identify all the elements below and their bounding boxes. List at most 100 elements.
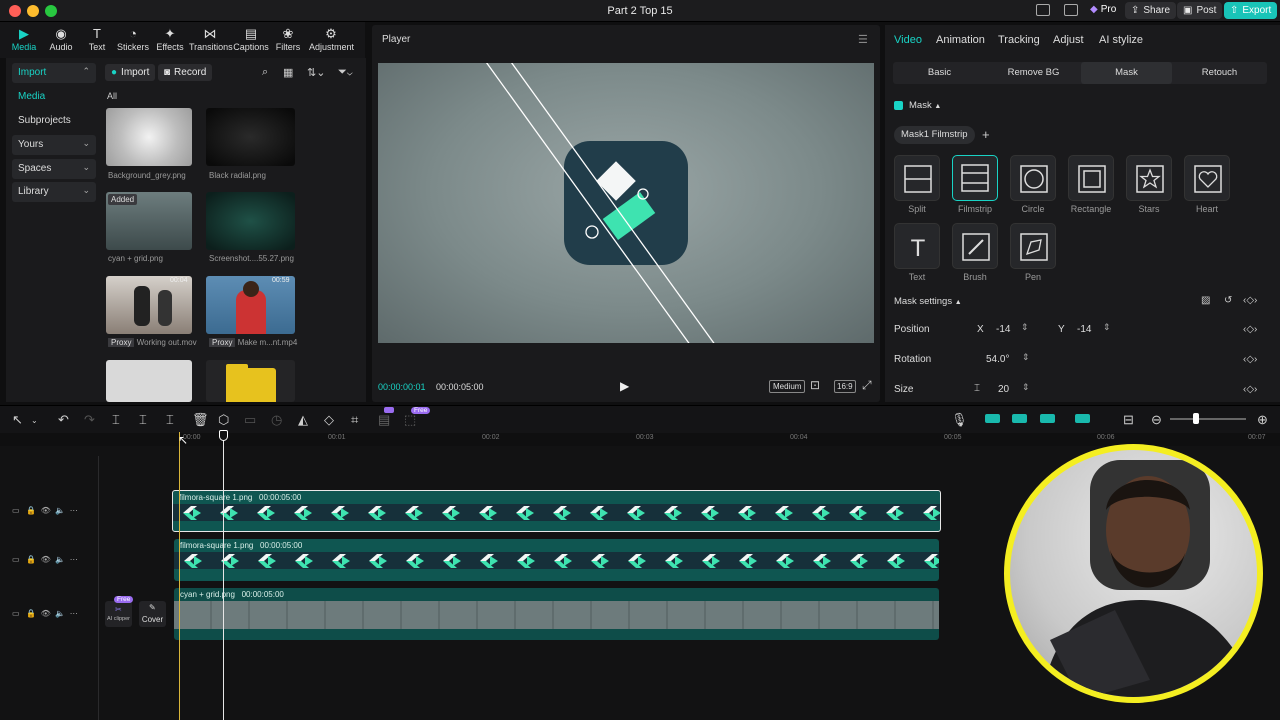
crop-icon[interactable]: ⌗ — [351, 412, 358, 428]
more-icon[interactable]: ⋯ — [70, 555, 78, 564]
snapshot-icon[interactable]: ⊡ — [810, 378, 820, 392]
import-button[interactable]: ● Import — [105, 64, 156, 81]
tab-stickers[interactable]: ◔ Stickers — [112, 27, 154, 53]
mask-line[interactable] — [506, 63, 721, 343]
quality-select[interactable]: Medium — [769, 380, 806, 393]
timeline-clip[interactable]: filmora-square 1.png 00:00:05:00 — [172, 490, 941, 532]
zoom-slider-thumb[interactable] — [1193, 413, 1199, 424]
rotation-input[interactable]: 54.0° — [986, 354, 1009, 365]
tab-adjustment[interactable]: ⚙ Adjustment — [309, 27, 354, 53]
search-icon[interactable]: ⌕ — [262, 66, 268, 79]
reverse-icon[interactable]: ◷ — [271, 412, 282, 428]
lock-icon[interactable]: 🔒 — [26, 506, 36, 515]
caption-tool-icon[interactable]: ▤ — [378, 412, 390, 428]
tab-media[interactable]: ▶ Media — [3, 27, 45, 53]
playhead-handle[interactable] — [219, 430, 228, 441]
zoom-out-icon[interactable]: ⊖ — [1151, 412, 1162, 428]
zoom-in-icon[interactable]: ⊕ — [1257, 412, 1268, 428]
y-input[interactable]: -14 — [1077, 324, 1091, 335]
reset-icon[interactable]: ↺ — [1224, 295, 1232, 306]
sidebar-item-library[interactable]: Library ⌄ — [12, 182, 96, 202]
sidebar-item-yours[interactable]: Yours ⌄ — [12, 135, 96, 155]
mask-checkbox[interactable] — [894, 101, 903, 110]
sidebar-item-subprojects[interactable]: Subprojects — [12, 111, 96, 131]
freeze-icon[interactable]: ▭ — [244, 412, 256, 428]
filter-all[interactable]: All — [107, 91, 117, 101]
speaker-icon[interactable]: 🔈 — [55, 609, 65, 618]
add-mask-icon[interactable]: + — [982, 127, 990, 142]
video-preview[interactable] — [378, 63, 874, 343]
mask-circle[interactable] — [1010, 155, 1056, 201]
media-thumb[interactable] — [206, 360, 295, 402]
marker-icon[interactable]: ⬡ — [218, 412, 229, 428]
tab-tracking[interactable]: Tracking — [998, 34, 1040, 46]
track-icon[interactable] — [1075, 414, 1090, 423]
speaker-icon[interactable]: 🔈 — [55, 555, 65, 564]
keyframe-icon[interactable]: ‹◇› — [1243, 324, 1257, 335]
media-thumb[interactable] — [206, 108, 295, 166]
mask-rectangle[interactable] — [1068, 155, 1114, 201]
tab-captions[interactable]: ▤ Captions — [230, 27, 272, 53]
ratio-select[interactable]: 16:9 — [834, 380, 856, 393]
share-button[interactable]: ⇪ Share — [1125, 2, 1177, 19]
grid-view-icon[interactable]: ▦ — [283, 66, 293, 79]
mask-text[interactable]: T — [894, 223, 940, 269]
fit-icon[interactable]: ⊟ — [1123, 412, 1134, 428]
sidebar-item-spaces[interactable]: Spaces ⌄ — [12, 159, 96, 179]
mask-chip[interactable]: Mask1 Filmstrip — [894, 126, 975, 144]
media-thumb[interactable] — [106, 360, 192, 402]
filter-icon[interactable]: ⏷⌄ — [338, 66, 353, 79]
rotation-stepper-icon[interactable]: ⇕ — [1022, 352, 1030, 363]
keyframe-icon[interactable]: ‹◇› — [1243, 354, 1257, 365]
tab-video[interactable]: Video — [894, 34, 922, 46]
mask-heart[interactable] — [1184, 155, 1230, 201]
media-thumb[interactable] — [206, 192, 295, 250]
subtab-retouch[interactable]: Retouch — [1174, 62, 1265, 84]
link-icon[interactable] — [1012, 414, 1027, 423]
subtab-mask[interactable]: Mask — [1081, 62, 1172, 84]
export-button[interactable]: ⇧ Export — [1224, 2, 1278, 19]
x-stepper-icon[interactable]: ⇕ — [1021, 322, 1029, 333]
select-tool-icon[interactable]: ↖ — [12, 412, 23, 428]
rotate-icon[interactable]: ◇ — [324, 412, 334, 428]
x-input[interactable]: -14 — [996, 324, 1010, 335]
play-button[interactable]: ▶ — [620, 379, 629, 393]
ai-tool-icon[interactable]: ⬚ — [404, 412, 416, 428]
lock-icon[interactable]: 🔒 — [26, 609, 36, 618]
pro-badge[interactable]: ◆ Pro — [1090, 4, 1116, 15]
mirror-icon[interactable]: ◭ — [298, 412, 308, 428]
media-thumb[interactable] — [106, 276, 192, 334]
keyframe-icon[interactable]: ‹◇› — [1243, 384, 1257, 395]
eye-icon[interactable]: 👁 — [41, 555, 51, 564]
split-right-icon[interactable]: ⌶ — [166, 412, 174, 428]
fullscreen-icon[interactable]: ⤢ — [862, 378, 872, 393]
speaker-icon[interactable]: 🔈 — [55, 506, 65, 515]
more-icon[interactable]: ⋯ — [70, 506, 78, 515]
size-input[interactable]: 20 — [998, 384, 1009, 395]
keyboard-icon[interactable] — [1064, 4, 1078, 16]
timeline-clip[interactable]: cyan + grid.png 00:00:05:00 — [174, 588, 939, 640]
size-stepper-icon[interactable]: ⇕ — [1022, 382, 1030, 393]
playhead[interactable] — [223, 432, 224, 720]
delete-icon[interactable]: 🗑 — [192, 412, 209, 428]
post-button[interactable]: ▣ Post — [1177, 2, 1223, 19]
redo-icon[interactable]: ↷ — [84, 412, 95, 428]
eye-icon[interactable]: 👁 — [41, 506, 51, 515]
tab-animation[interactable]: Animation — [936, 34, 985, 46]
sidebar-item-import[interactable]: Import ⌃ — [12, 63, 96, 83]
menu-icon[interactable]: ☰ — [858, 33, 868, 46]
chevron-down-icon[interactable]: ⌄ — [31, 416, 38, 425]
split-left-icon[interactable]: ⌶ — [139, 412, 147, 428]
edit-icon[interactable]: ▨ — [1201, 295, 1210, 306]
media-thumb[interactable] — [106, 108, 192, 166]
sort-icon[interactable]: ⇅⌄ — [307, 66, 325, 79]
mask-filmstrip[interactable] — [952, 155, 998, 201]
subtab-basic[interactable]: Basic — [894, 62, 985, 84]
tab-adjust[interactable]: Adjust — [1053, 34, 1084, 46]
tab-transitions[interactable]: ⋈ Transitions — [189, 27, 233, 53]
tab-ai-stylize[interactable]: AI stylize — [1099, 34, 1143, 46]
layout-icon[interactable] — [1036, 4, 1050, 16]
undo-icon[interactable]: ↶ — [58, 412, 69, 428]
tab-effects[interactable]: ✦ Effects — [149, 27, 191, 53]
mask-brush[interactable] — [952, 223, 998, 269]
